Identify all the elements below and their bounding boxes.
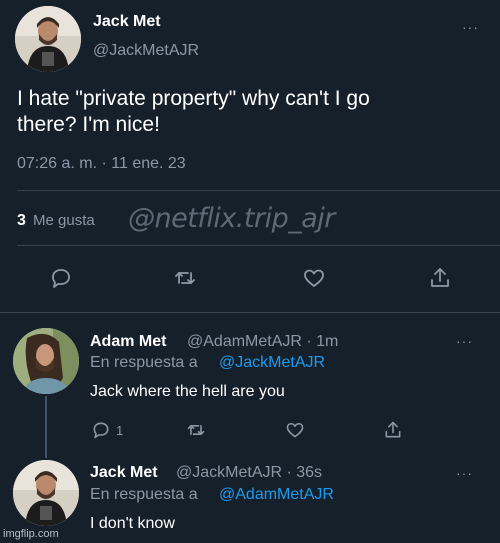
more-options-button[interactable]: ··· [456,466,473,480]
tweet-text-line-2: there? I'm nice! [17,113,160,136]
imgflip-watermark: imgflip.com [3,528,59,540]
reply-icon[interactable] [49,266,73,290]
reply-icon[interactable] [91,420,111,440]
likes-label[interactable]: Me gusta [33,212,95,229]
like-icon[interactable] [285,420,305,440]
avatar-jack-main[interactable] [15,6,81,72]
tweet-timestamp[interactable]: 07:26 a. m. · 11 ene. 23 [17,155,186,173]
avatar-jack-reply[interactable] [13,460,79,526]
tweet-text-line-1: I hate "private property" why can't I go [17,87,370,110]
more-options-button[interactable]: ··· [456,334,473,348]
divider [0,312,500,313]
divider [17,245,500,246]
divider [17,190,500,191]
likes-count[interactable]: 3 [17,212,26,230]
watermark-text: @netflix.trip_ajr [128,203,335,234]
reply-author-name[interactable]: Jack Met [90,464,158,482]
reply-text: I don't know [90,515,175,532]
avatar-adam[interactable] [13,328,79,394]
like-icon[interactable] [302,266,326,290]
author-name[interactable]: Jack Met [93,13,161,31]
retweet-icon[interactable] [186,420,206,440]
reply-handle-time[interactable]: @JackMetAJR · 36s [176,464,322,482]
share-icon[interactable] [428,266,452,290]
reply-handle-time[interactable]: @AdamMetAJR · 1m [187,333,338,351]
replying-to-prefix: En respuesta a [90,486,198,503]
more-options-button[interactable]: ··· [462,20,479,34]
replying-to-prefix: En respuesta a [90,354,198,371]
share-icon[interactable] [383,420,403,440]
reply-author-name[interactable]: Adam Met [90,333,166,351]
thread-line [45,396,47,458]
reply-text: Jack where the hell are you [90,383,285,400]
retweet-icon[interactable] [173,266,197,290]
author-handle[interactable]: @JackMetAJR [93,42,199,60]
replying-to-link[interactable]: @JackMetAJR [219,354,325,372]
replying-to-link[interactable]: @AdamMetAJR [219,486,334,504]
reply-count[interactable]: 1 [116,423,123,438]
